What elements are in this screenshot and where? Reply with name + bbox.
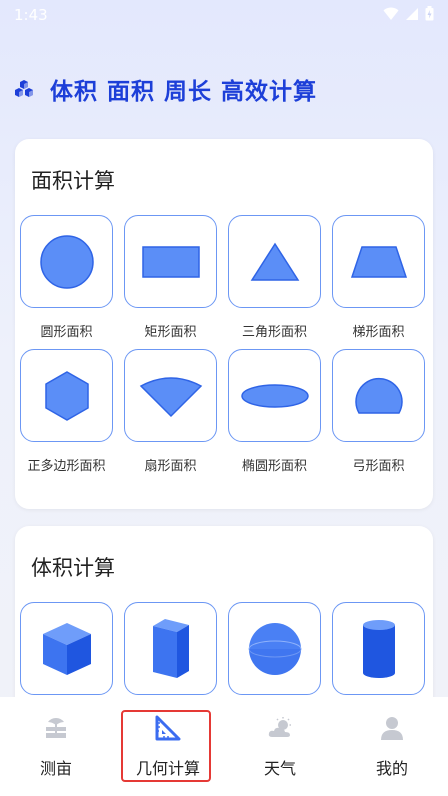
- battery-icon: [425, 6, 434, 21]
- segment-area-tile[interactable]: 弓形面积: [332, 349, 425, 483]
- cube-volume-tile[interactable]: [20, 602, 113, 695]
- triangle-area-button[interactable]: [228, 215, 321, 308]
- cylinder-volume-button[interactable]: [332, 602, 425, 695]
- status-bar: 1:43: [0, 0, 448, 30]
- cylinder-volume-tile[interactable]: [332, 602, 425, 695]
- volume-card-title: 体积计算: [31, 556, 115, 580]
- area-card-title: 面积计算: [31, 169, 115, 193]
- sector-area-button[interactable]: [124, 349, 217, 442]
- nav-label-geometry: 几何计算: [135, 759, 200, 778]
- rectangle-area-button[interactable]: [124, 215, 217, 308]
- circle-area-label: 圆形面积: [40, 325, 93, 340]
- trapezoid-area-tile[interactable]: 梯形面积: [332, 215, 425, 349]
- bottom-navigation: 测亩 几何计算 天气 我的: [0, 697, 448, 796]
- signal-icon: [406, 7, 418, 20]
- trapezoid-area-label: 梯形面积: [352, 325, 405, 340]
- status-icons: [383, 6, 434, 21]
- ellipse-area-tile[interactable]: 椭圆形面积: [228, 349, 321, 483]
- page-title: 体积 面积 周长 高效计算: [50, 79, 318, 105]
- segment-icon: [354, 377, 403, 414]
- rectangle-icon: [141, 245, 200, 278]
- circle-area-tile[interactable]: 圆形面积: [20, 215, 113, 349]
- ellipse-area-button[interactable]: [228, 349, 321, 442]
- polygon-area-tile[interactable]: 正多边形面积: [20, 349, 113, 483]
- prism-volume-button[interactable]: [124, 602, 217, 695]
- nav-label-field: 测亩: [39, 759, 72, 778]
- nav-item-weather[interactable]: 天气: [224, 697, 336, 796]
- polygon-area-label: 正多边形面积: [27, 459, 106, 474]
- nav-item-geometry[interactable]: 几何计算: [112, 697, 224, 796]
- triangle-area-tile[interactable]: 三角形面积: [228, 215, 321, 349]
- status-time: 1:43: [14, 6, 48, 24]
- weather-icon: [268, 717, 291, 737]
- sphere-volume-button[interactable]: [228, 602, 321, 695]
- volume-calculation-card: 体积计算: [15, 526, 433, 726]
- sphere-volume-tile[interactable]: [228, 602, 321, 695]
- prism-volume-tile[interactable]: [124, 602, 217, 695]
- trapezoid-area-button[interactable]: [332, 215, 425, 308]
- nav-label-profile: 我的: [375, 759, 408, 778]
- nav-item-profile[interactable]: 我的: [336, 697, 448, 796]
- circle-area-button[interactable]: [20, 215, 113, 308]
- cube-volume-button[interactable]: [20, 602, 113, 695]
- hexagon-icon: [44, 370, 89, 421]
- prism-icon: [152, 618, 189, 678]
- nav-item-field[interactable]: 测亩: [0, 697, 112, 796]
- app-header: 体积 面积 周长 高效计算: [14, 72, 317, 106]
- nav-label-weather: 天气: [263, 759, 296, 778]
- ellipse-icon: [240, 383, 309, 408]
- field-icon: [46, 718, 66, 738]
- circle-icon: [39, 234, 94, 289]
- volume-shape-grid: [20, 602, 430, 695]
- cube-icon: [42, 622, 91, 675]
- rectangle-area-tile[interactable]: 矩形面积: [124, 215, 217, 349]
- segment-area-label: 弓形面积: [352, 459, 405, 474]
- triangle-icon: [250, 242, 299, 281]
- user-icon: [381, 717, 403, 740]
- triangle-area-label: 三角形面积: [241, 325, 307, 340]
- sector-area-tile[interactable]: 扇形面积: [124, 349, 217, 483]
- sphere-icon: [248, 622, 301, 675]
- polygon-area-button[interactable]: [20, 349, 113, 442]
- cubes-logo-icon: [15, 80, 33, 97]
- segment-area-button[interactable]: [332, 349, 425, 442]
- sector-icon: [139, 376, 202, 417]
- trapezoid-icon: [350, 245, 407, 278]
- sector-area-label: 扇形面积: [144, 459, 197, 474]
- area-calculation-card: 面积计算 圆形面积 矩形面积 三角形面积 梯形面积 正多边形面积 扇形面积 椭圆…: [15, 139, 433, 509]
- cylinder-icon: [362, 619, 395, 678]
- ellipse-area-label: 椭圆形面积: [241, 459, 307, 474]
- wifi-icon: [383, 7, 399, 20]
- area-shape-grid: 圆形面积 矩形面积 三角形面积 梯形面积 正多边形面积 扇形面积 椭圆形面积 弓…: [20, 215, 430, 483]
- ruler-triangle-icon: [155, 715, 181, 741]
- rectangle-area-label: 矩形面积: [144, 325, 197, 340]
